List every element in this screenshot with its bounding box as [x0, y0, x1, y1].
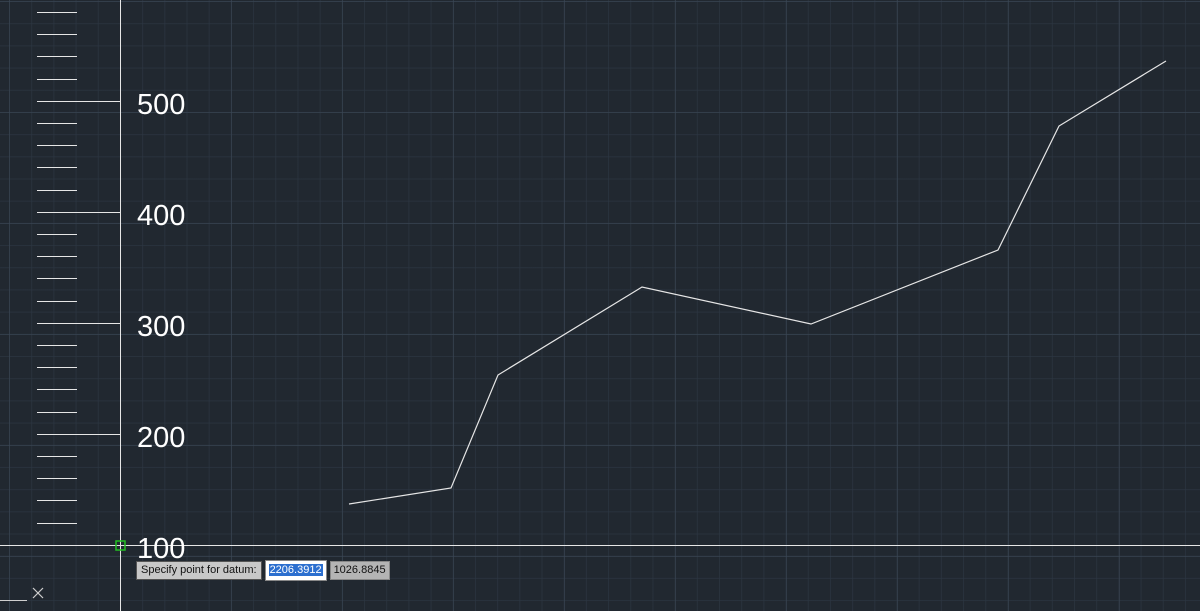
- dynamic-input-prompt: Specify point for datum:: [136, 561, 262, 580]
- dynamic-input-tooltip: Specify point for datum: 2206.3912 1026.…: [136, 560, 390, 581]
- axis-labels: 600 500 400 300 200 100: [137, 0, 185, 565]
- drawing-svg[interactable]: 600 500 400 300 200 100: [0, 0, 1200, 611]
- axis-label-500: 500: [137, 89, 185, 121]
- axis-label-200: 200: [137, 422, 185, 454]
- x-coordinate-field[interactable]: 2206.3912: [264, 560, 327, 581]
- axis-label-clipped: 600: [137, 0, 185, 5]
- y-coordinate-field[interactable]: 1026.8845: [329, 561, 390, 580]
- axis-label-300: 300: [137, 311, 185, 343]
- axis-label-400: 400: [137, 200, 185, 232]
- ucs-icon: [0, 587, 44, 601]
- drawing-canvas[interactable]: 600 500 400 300 200 100 Specify point fo…: [0, 0, 1200, 611]
- x-coordinate-value[interactable]: 2206.3912: [268, 564, 323, 576]
- axis-ticks: [37, 12, 120, 524]
- drawn-polyline[interactable]: [348, 60, 1167, 505]
